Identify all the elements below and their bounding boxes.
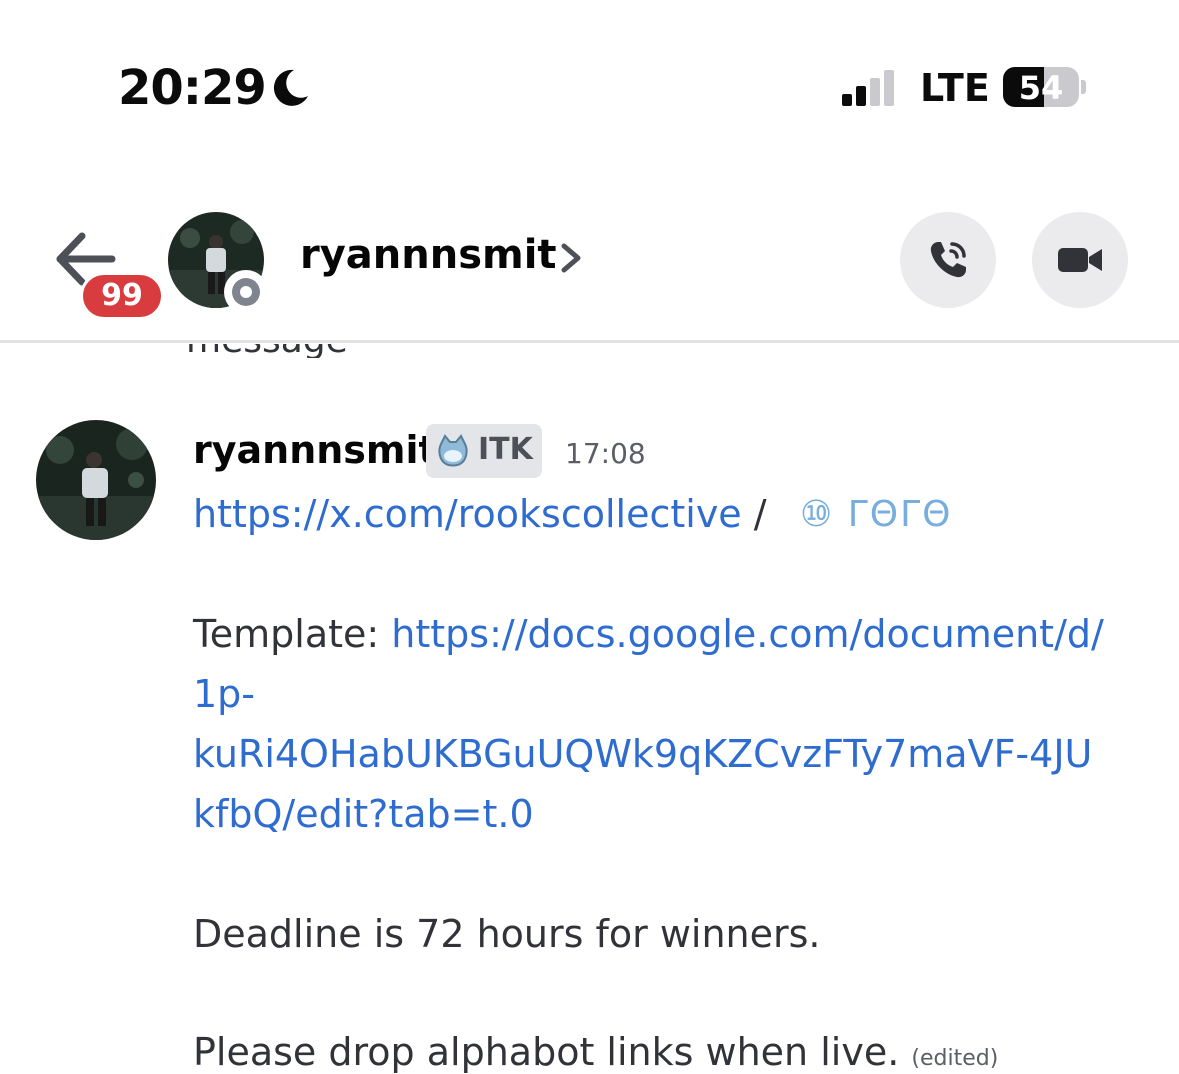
template-line: Template: https://docs.google.com/docume… bbox=[193, 612, 1104, 656]
video-call-button[interactable] bbox=[1032, 212, 1128, 308]
message-avatar[interactable] bbox=[36, 420, 156, 540]
battery-nub bbox=[1081, 80, 1086, 94]
message-timestamp: 17:08 bbox=[565, 437, 646, 470]
alphabot-text: Please drop alphabot links when live. bbox=[193, 1030, 900, 1074]
moon-icon bbox=[273, 69, 308, 106]
edited-label: (edited) bbox=[911, 1046, 999, 1071]
battery-icon: 54 bbox=[1003, 67, 1079, 107]
header-username[interactable]: ryannnsmit bbox=[300, 232, 557, 278]
separator: / bbox=[741, 492, 767, 536]
unread-badge: 99 bbox=[80, 272, 164, 320]
status-time: 20:29 bbox=[118, 60, 267, 116]
template-label: Template: bbox=[193, 612, 392, 656]
template-link-part[interactable]: https://docs.google.com/document/d/ bbox=[391, 612, 1104, 656]
deadline-text: Deadline is 72 hours for winners. bbox=[193, 912, 821, 956]
twitter-link[interactable]: https://x.com/rookscollective bbox=[193, 492, 742, 536]
battery-level: 54 bbox=[1018, 69, 1064, 107]
previous-message-clipped: message bbox=[180, 344, 580, 358]
previous-message-text: message bbox=[186, 344, 348, 358]
template-link-part[interactable]: kuRi4OHabUKBGuUQWk9qKZCvzFTy7maVF-4JU bbox=[193, 732, 1092, 776]
phone-call-icon bbox=[930, 242, 966, 278]
message-last-line: Please drop alphabot links when live. (e… bbox=[193, 1030, 998, 1074]
server-tag[interactable]: ITK bbox=[426, 424, 542, 478]
header-divider bbox=[0, 340, 1179, 343]
template-link-part[interactable]: 1p- bbox=[193, 672, 255, 716]
message-line-1: https://x.com/rookscollective / bbox=[193, 492, 767, 536]
template-link-part[interactable]: kfbQ/edit?tab=t.0 bbox=[193, 792, 534, 836]
network-type: LTE bbox=[920, 66, 990, 110]
voice-call-button[interactable] bbox=[900, 212, 996, 308]
signal-icon bbox=[842, 70, 894, 106]
server-tag-label: ITK bbox=[478, 432, 533, 467]
offline-status-icon bbox=[224, 270, 268, 314]
chevron-right-icon[interactable] bbox=[558, 240, 584, 276]
video-camera-icon bbox=[1058, 248, 1102, 272]
message-author[interactable]: ryannnsmit bbox=[193, 428, 437, 472]
garbled-glyphs: ⑩ ΓΘΓΘ bbox=[800, 494, 953, 535]
itk-tag-icon bbox=[438, 434, 468, 467]
